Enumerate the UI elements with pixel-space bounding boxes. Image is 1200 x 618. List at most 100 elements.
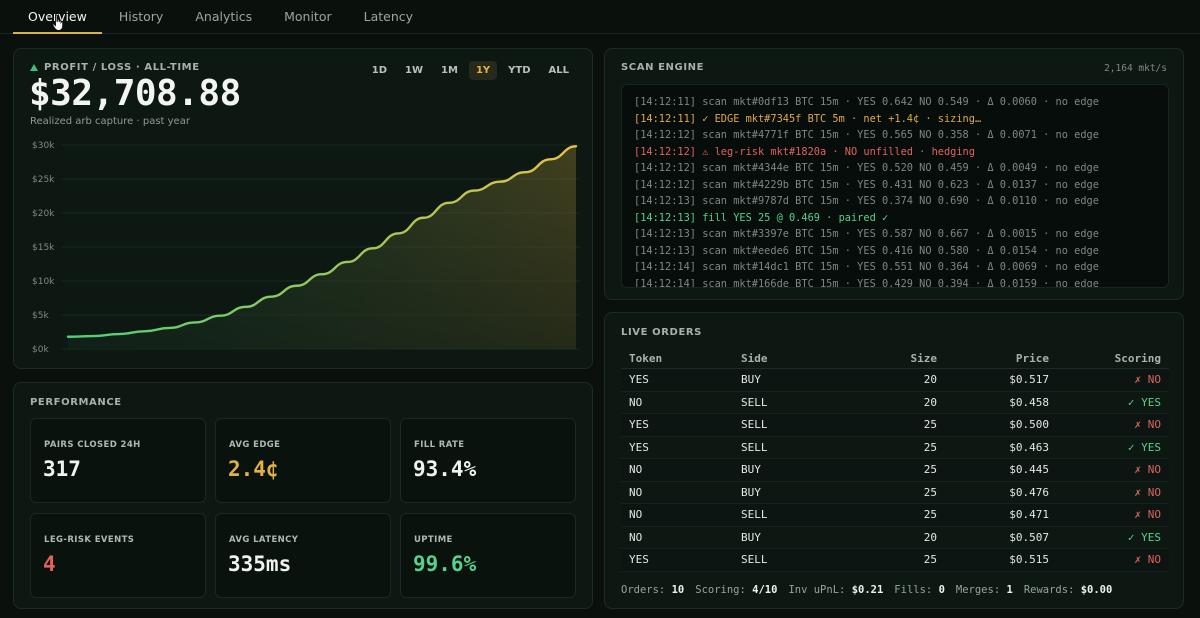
column-header-price: Price — [1015, 352, 1049, 365]
cell-price: $0.476 — [1009, 485, 1049, 499]
column-header-token: Token — [629, 352, 663, 365]
tab-history[interactable]: History — [104, 9, 178, 33]
log-line: [14:12:12] ⚠ leg-risk mkt#1820a · NO unf… — [634, 145, 975, 158]
orders-table: Token Side Size Price Scoring YES BUY 20 $0… — [621, 349, 1169, 572]
performance-card: PERFORMANCE PAIRS CLOSED 24H 317 AVG EDG… — [13, 382, 593, 609]
pnl-area-fade — [68, 146, 576, 349]
scan-engine-title: SCAN ENGINE — [621, 62, 705, 73]
pnl-card: PROFIT / LOSS · ALL-TIME $32,708.88 Real… — [13, 48, 593, 369]
stat-label: UPTIME — [414, 535, 453, 545]
footer-stat-label: Fills: — [894, 584, 933, 596]
tab-analytics[interactable]: Analytics — [180, 9, 267, 33]
cell-scoring: ✗ NO — [1134, 418, 1162, 432]
stat-value: 93.4% — [413, 457, 477, 481]
y-tick-label: $25k — [32, 175, 55, 185]
cell-side: SELL — [741, 553, 768, 567]
table-row[interactable]: NO BUY 25 $0.445 ✗ NO — [621, 459, 1169, 482]
range-1m[interactable]: 1M — [434, 61, 465, 80]
cell-token: NO — [629, 530, 643, 544]
cell-side: SELL — [741, 508, 768, 522]
log-line: [14:12:11] scan mkt#0df13 BTC 15m · YES … — [634, 96, 1099, 108]
cell-side: BUY — [741, 373, 761, 387]
footer-stat: Orders: 10 — [621, 584, 684, 596]
footer-stat-value: 1 — [1006, 584, 1013, 596]
cell-price: $0.500 — [1009, 418, 1049, 432]
range-1y[interactable]: 1Y — [468, 61, 498, 80]
performance-title: PERFORMANCE — [30, 397, 122, 408]
orders-body: YES BUY 20 $0.517 ✗ NO NO SELL 20 $0.458 ✓ YES YES… — [621, 369, 1169, 572]
cell-token: NO — [629, 508, 643, 522]
table-row[interactable]: NO SELL 25 $0.471 ✗ NO — [621, 504, 1169, 527]
cell-price: $0.517 — [1009, 373, 1049, 387]
scan-log[interactable]: [14:12:11] scan mkt#0df13 BTC 15m · YES … — [621, 84, 1169, 288]
footer-stat-value: $0.00 — [1080, 584, 1113, 596]
cell-size: 25 — [923, 440, 937, 454]
cell-price: $0.445 — [1009, 463, 1049, 477]
range-1d[interactable]: 1D — [365, 61, 394, 80]
table-row[interactable]: YES SELL 25 $0.500 ✗ NO — [621, 414, 1169, 437]
table-row[interactable]: NO BUY 20 $0.507 ✓ YES — [621, 527, 1169, 549]
cell-size: 20 — [923, 530, 937, 544]
footer-stat-label: Orders: — [621, 584, 666, 596]
cell-scoring: ✗ NO — [1134, 485, 1162, 499]
tab-latency[interactable]: Latency — [349, 9, 428, 33]
cell-size: 25 — [923, 485, 937, 499]
log-line: [14:12:13] fill YES 25 @ 0.469 · paired … — [634, 211, 889, 224]
scan-engine-card: SCAN ENGINE 2,164 mkt/s [14:12:11] scan … — [604, 48, 1184, 300]
footer-stat-value: 4/10 — [752, 584, 778, 596]
table-row[interactable]: NO SELL 20 $0.458 ✓ YES — [621, 392, 1169, 414]
range-all[interactable]: ALL — [542, 61, 576, 80]
orders-footer: Orders: 10 Scoring: 4/10 Inv uPnL: $0.21 Fi… — [621, 584, 1123, 596]
log-line: [14:12:11] ✓ EDGE mkt#7345f BTC 5m · net… — [634, 112, 982, 125]
stat-label: FILL RATE — [414, 440, 465, 450]
top-nav: Overview History Analytics Monitor Laten… — [0, 0, 1200, 34]
tab-monitor[interactable]: Monitor — [269, 9, 347, 33]
footer-stat: Fills: 0 — [894, 584, 945, 596]
cell-scoring: ✗ NO — [1134, 373, 1162, 387]
stat-label: LEG-RISK EVENTS — [44, 535, 135, 545]
range-1w[interactable]: 1W — [398, 61, 430, 80]
log-line: [14:12:12] scan mkt#4771f BTC 15m · YES … — [634, 129, 1099, 141]
stat-pairs-closed: PAIRS CLOSED 24H 317 — [30, 418, 206, 503]
live-orders-card: LIVE ORDERS Token Side Size Price Scorin… — [604, 312, 1184, 609]
y-tick-label: $5k — [32, 311, 49, 321]
scan-rate: 2,164 mkt/s — [1104, 63, 1167, 74]
cell-side: SELL — [741, 395, 768, 409]
live-orders-title: LIVE ORDERS — [621, 327, 702, 338]
stat-label: AVG LATENCY — [229, 535, 299, 545]
cell-token: NO — [629, 485, 643, 499]
cell-scoring: ✓ YES — [1127, 440, 1161, 454]
stat-label: AVG EDGE — [229, 440, 281, 450]
pnl-chart: $0k $5k $10k $15k $20k $25k $30k — [32, 141, 580, 355]
table-row[interactable]: YES BUY 20 $0.517 ✗ NO — [621, 369, 1169, 392]
log-line: [14:12:14] scan mkt#166de BTC 15m · YES … — [634, 277, 1099, 288]
cell-price: $0.507 — [1009, 530, 1049, 544]
table-row[interactable]: NO BUY 25 $0.476 ✗ NO — [621, 482, 1169, 504]
cell-size: 25 — [923, 463, 937, 477]
stat-value: 4 — [43, 552, 56, 576]
footer-stat-label: Rewards: — [1023, 584, 1075, 596]
stat-value: 2.4¢ — [228, 457, 279, 481]
stat-avg-latency: AVG LATENCY 335ms — [215, 513, 391, 598]
range-ytd[interactable]: YTD — [501, 61, 537, 80]
cell-side: BUY — [741, 485, 761, 499]
cell-side: BUY — [741, 530, 761, 544]
cell-token: NO — [629, 395, 643, 409]
table-row[interactable]: YES SELL 25 $0.463 ✓ YES — [621, 437, 1169, 459]
cell-size: 25 — [923, 418, 937, 432]
footer-stat: Rewards: $0.00 — [1024, 584, 1113, 596]
y-tick-label: $10k — [32, 277, 55, 287]
footer-stat-value: $0.21 — [851, 584, 884, 596]
log-line: [14:12:13] scan mkt#3397e BTC 15m · YES … — [634, 228, 1099, 240]
stat-uptime: UPTIME 99.6% — [400, 513, 576, 598]
footer-stat-value: 0 — [938, 584, 945, 596]
log-line: [14:12:14] scan mkt#14dc1 BTC 15m · YES … — [634, 261, 1099, 273]
cell-size: 20 — [923, 373, 937, 387]
hand-pointer-icon — [52, 14, 64, 31]
column-header-side: Side — [741, 352, 768, 365]
cell-token: YES — [629, 418, 649, 432]
pnl-subtitle: Realized arb capture · past year — [30, 116, 190, 127]
cell-size: 20 — [923, 395, 937, 409]
cell-token: YES — [629, 440, 649, 454]
table-row[interactable]: YES SELL 25 $0.515 ✗ NO — [621, 549, 1169, 572]
